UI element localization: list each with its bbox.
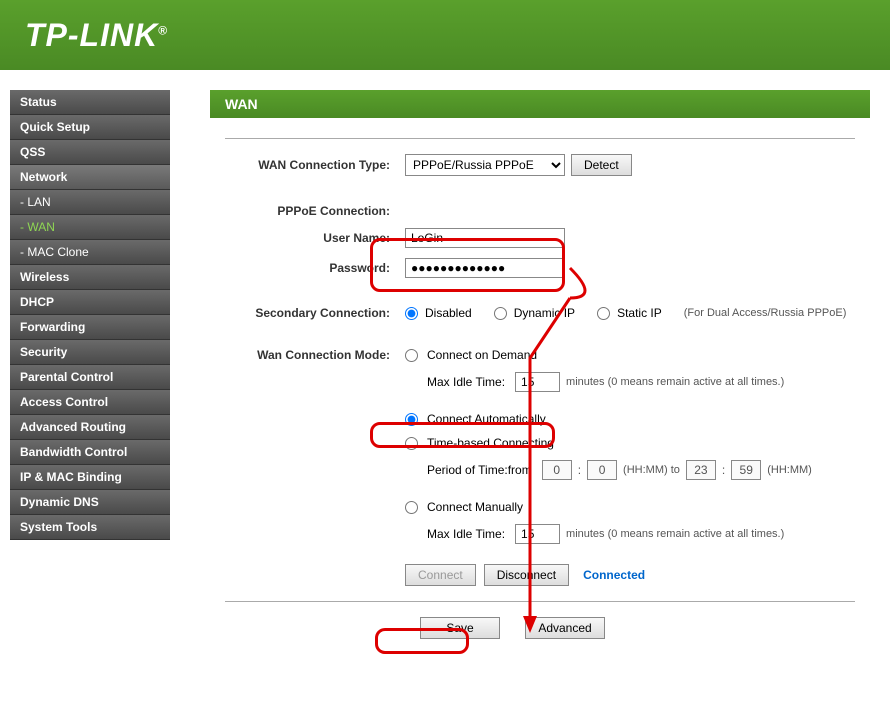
sidebar-item-dynamic-dns[interactable]: Dynamic DNS <box>10 490 170 515</box>
sidebar-item-forwarding[interactable]: Forwarding <box>10 315 170 340</box>
secondary-disabled-label: Disabled <box>425 306 472 320</box>
sidebar-sub-mac-clone[interactable]: - MAC Clone <box>10 240 170 265</box>
connection-status: Connected <box>583 568 645 582</box>
mode-demand-label: Connect on Demand <box>427 348 537 362</box>
mode-manual-radio[interactable] <box>405 501 418 514</box>
sidebar-item-advanced-routing[interactable]: Advanced Routing <box>10 415 170 440</box>
secondary-dynamic-label: Dynamic IP <box>514 306 575 320</box>
sidebar-item-dhcp[interactable]: DHCP <box>10 290 170 315</box>
mode-auto-label: Connect Automatically <box>427 412 546 426</box>
secondary-disabled-radio[interactable] <box>405 307 418 320</box>
mode-auto-radio[interactable] <box>405 413 418 426</box>
connect-button[interactable]: Connect <box>405 564 476 586</box>
period-from-m[interactable] <box>587 460 617 480</box>
conn-type-label: WAN Connection Type: <box>225 158 405 172</box>
period-hhmm: (HH:MM) <box>767 464 812 476</box>
secondary-help: (For Dual Access/Russia PPPoE) <box>684 307 847 319</box>
mode-demand-radio[interactable] <box>405 349 418 362</box>
pppoe-section-label: PPPoE Connection: <box>225 204 405 218</box>
page-title: WAN <box>210 90 870 118</box>
mode-time-label: Time-based Connecting <box>427 436 554 450</box>
secondary-static-radio[interactable] <box>597 307 610 320</box>
sidebar-item-qss[interactable]: QSS <box>10 140 170 165</box>
sidebar-item-parental-control[interactable]: Parental Control <box>10 365 170 390</box>
period-label: Period of Time:from <box>427 463 532 477</box>
idle-help-1: minutes (0 means remain active at all ti… <box>566 376 784 388</box>
sidebar-item-network[interactable]: Network <box>10 165 170 190</box>
conn-type-select[interactable]: PPPoE/Russia PPPoE <box>405 154 565 176</box>
mode-label: Wan Connection Mode: <box>225 348 405 362</box>
secondary-dynamic-radio[interactable] <box>494 307 507 320</box>
sidebar-item-system-tools[interactable]: System Tools <box>10 515 170 540</box>
sidebar-sub-wan[interactable]: - WAN <box>10 215 170 240</box>
sidebar-sub-lan[interactable]: - LAN <box>10 190 170 215</box>
sidebar-item-bandwidth-control[interactable]: Bandwidth Control <box>10 440 170 465</box>
logo: TP-LINK® <box>25 17 168 54</box>
idle-label-1: Max Idle Time: <box>427 375 505 389</box>
sidebar-item-status[interactable]: Status <box>10 90 170 115</box>
sidebar-item-access-control[interactable]: Access Control <box>10 390 170 415</box>
save-button[interactable]: Save <box>420 617 500 639</box>
period-hhmm-to: (HH:MM) to <box>623 464 680 476</box>
username-label: User Name: <box>225 231 405 245</box>
sidebar-item-ip-mac-binding[interactable]: IP & MAC Binding <box>10 465 170 490</box>
sidebar-item-security[interactable]: Security <box>10 340 170 365</box>
secondary-static-label: Static IP <box>617 306 662 320</box>
idle-label-2: Max Idle Time: <box>427 527 505 541</box>
password-label: Password: <box>225 261 405 275</box>
period-to-m[interactable] <box>731 460 761 480</box>
period-from-h[interactable] <box>542 460 572 480</box>
mode-time-radio[interactable] <box>405 437 418 450</box>
header: TP-LINK® <box>0 0 890 70</box>
disconnect-button[interactable]: Disconnect <box>484 564 569 586</box>
password-input[interactable] <box>405 258 565 278</box>
main-content: WAN WAN Connection Type: PPPoE/Russia PP… <box>180 70 890 659</box>
sidebar: Status Quick Setup QSS Network - LAN - W… <box>0 70 180 659</box>
sidebar-item-wireless[interactable]: Wireless <box>10 265 170 290</box>
sidebar-item-quick-setup[interactable]: Quick Setup <box>10 115 170 140</box>
mode-manual-label: Connect Manually <box>427 500 523 514</box>
advanced-button[interactable]: Advanced <box>525 617 605 639</box>
detect-button[interactable]: Detect <box>571 154 632 176</box>
username-input[interactable] <box>405 228 565 248</box>
secondary-label: Secondary Connection: <box>225 306 405 320</box>
period-to-h[interactable] <box>686 460 716 480</box>
idle-help-2: minutes (0 means remain active at all ti… <box>566 528 784 540</box>
idle-input-2[interactable] <box>515 524 560 544</box>
idle-input-1[interactable] <box>515 372 560 392</box>
